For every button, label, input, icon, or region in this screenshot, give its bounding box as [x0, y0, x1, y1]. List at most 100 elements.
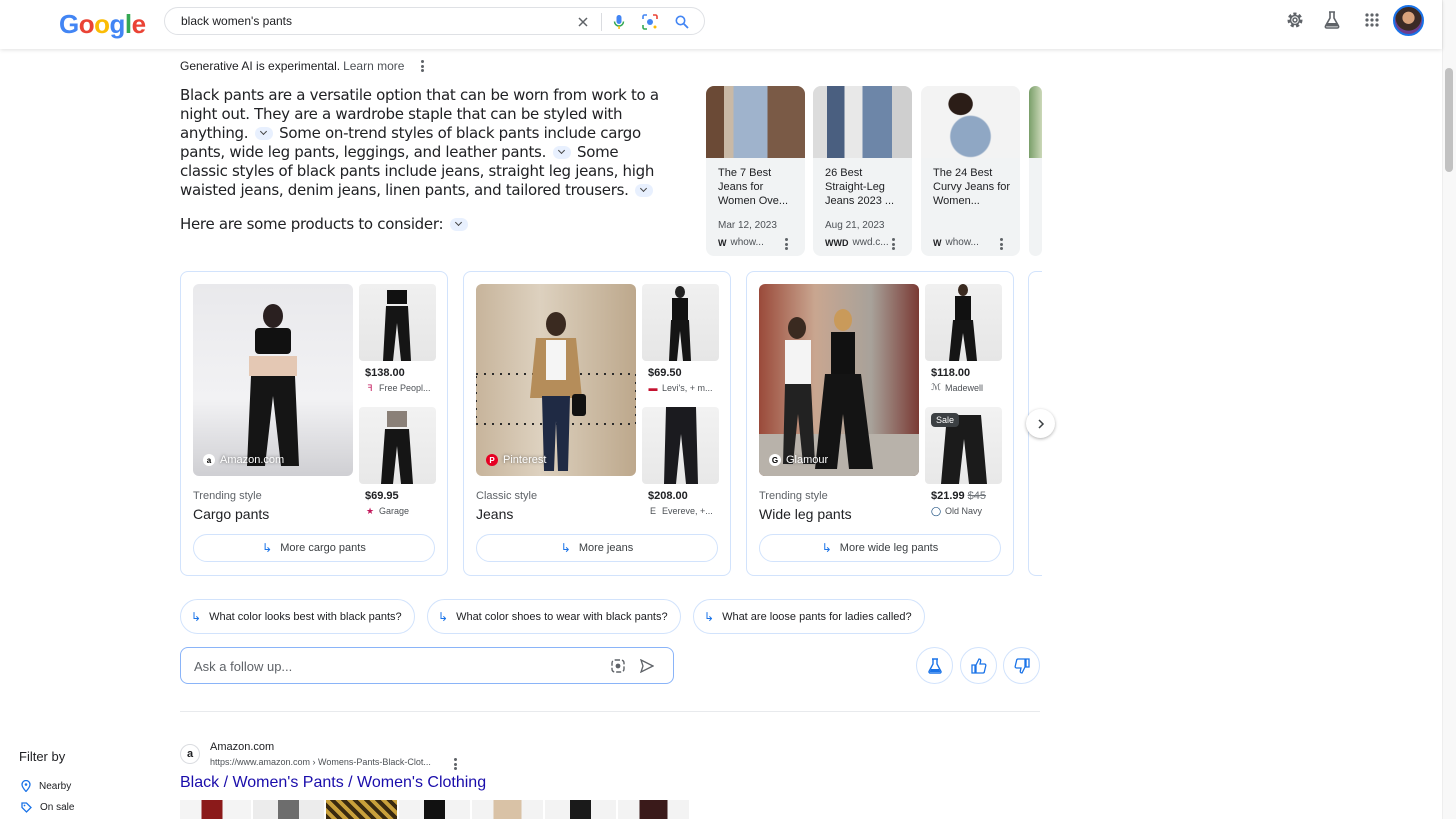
products-heading: Here are some products to consider: — [180, 215, 470, 233]
expand-chevron-icon[interactable] — [552, 146, 571, 159]
thumbs-down-icon — [1014, 657, 1030, 674]
source-date: Mar 12, 2023 — [718, 220, 777, 231]
product-card-cargo[interactable]: a Amazon.com $138.00 ꟻ Free Peopl... $69.9… — [180, 271, 448, 576]
product-main-image[interactable]: a Amazon.com — [193, 284, 353, 476]
subdirectory-arrow-icon: ↳ — [262, 541, 273, 555]
subdirectory-arrow-icon: ↳ — [704, 609, 715, 624]
mic-icon[interactable] — [609, 12, 629, 32]
source-card[interactable]: 26 Best Straight-Leg Jeans 2023 ... Aug … — [813, 86, 912, 256]
top-bar: Google black women's pants — [0, 0, 1442, 49]
follow-up-input[interactable]: Ask a follow up... — [180, 647, 674, 684]
result-favicon: a — [180, 744, 200, 764]
related-question-chip[interactable]: ↳ What are loose pants for ladies called? — [693, 599, 925, 634]
product-thumb[interactable]: Sale — [925, 407, 1002, 484]
product-card-jeans[interactable]: P Pinterest $69.50 ▬ Levi's, + m... $208.0… — [463, 271, 731, 576]
product-merchant: ꟻ Free Peopl... — [367, 382, 431, 394]
style-kind: Trending style — [759, 490, 828, 502]
search-query-text[interactable]: black women's pants — [181, 14, 292, 28]
product-card-wide-leg[interactable]: G Glamour $118.00 ℳ Madewell Sale $21.99 $4… — [746, 271, 1014, 576]
product-price: $21.99 $45 — [931, 490, 987, 502]
product-thumb[interactable] — [642, 284, 719, 361]
product-main-image[interactable]: G Glamour — [759, 284, 919, 476]
source-thumbnail — [1029, 86, 1042, 158]
product-merchant: ▬ Levi's, + m... — [648, 383, 713, 393]
product-merchant: E Evereve, +... — [649, 506, 713, 516]
product-thumb[interactable] — [359, 284, 436, 361]
labs-icon — [927, 657, 942, 674]
result-site-name[interactable]: Amazon.com — [210, 741, 274, 753]
product-source: P Pinterest — [486, 454, 546, 466]
more-wide-leg-pants-button[interactable]: ↳ More wide leg pants — [759, 534, 1001, 562]
more-options-icon[interactable] — [781, 237, 791, 251]
learn-more-link[interactable]: Learn more — [343, 59, 404, 73]
more-options-icon[interactable] — [888, 237, 898, 251]
search-icon[interactable] — [672, 12, 692, 32]
google-logo[interactable]: Google — [59, 9, 146, 40]
tag-icon — [21, 802, 32, 813]
source-title: The 7 Best Jeans for Women Ove... — [718, 167, 789, 207]
more-options-icon[interactable] — [450, 757, 460, 771]
result-image[interactable] — [180, 800, 251, 819]
source-card-partial[interactable] — [1029, 86, 1042, 256]
related-question-chip[interactable]: ↳ What color shoes to wear with black pan… — [427, 599, 681, 634]
more-cargo-pants-button[interactable]: ↳ More cargo pants — [193, 534, 435, 562]
expand-chevron-icon[interactable] — [635, 184, 654, 197]
sale-badge: Sale — [931, 413, 960, 427]
search-input[interactable]: black women's pants — [164, 7, 705, 35]
result-url[interactable]: https://www.amazon.com › Womens-Pants-Bl… — [210, 757, 431, 767]
apps-icon[interactable] — [1361, 9, 1383, 31]
result-image[interactable] — [253, 800, 324, 819]
source-site: WWD wwd.c... — [825, 237, 889, 248]
follow-up-placeholder: Ask a follow up... — [194, 659, 293, 674]
product-merchant: ◯ Old Navy — [930, 505, 983, 517]
source-card[interactable]: The 24 Best Curvy Jeans for Women... Wwh… — [921, 86, 1020, 256]
result-image[interactable] — [326, 800, 397, 819]
result-image[interactable] — [399, 800, 470, 819]
product-source: G Glamour — [769, 454, 828, 466]
scrollbar-thumb[interactable] — [1445, 68, 1453, 172]
more-options-icon[interactable] — [417, 59, 427, 73]
expand-chevron-icon[interactable] — [449, 218, 468, 231]
thumbs-down-button[interactable] — [1003, 647, 1040, 684]
style-name[interactable]: Wide leg pants — [759, 506, 852, 522]
subdirectory-arrow-icon: ↳ — [438, 609, 449, 624]
settings-icon[interactable] — [1284, 9, 1306, 31]
labs-feedback-button[interactable] — [916, 647, 953, 684]
product-main-image[interactable]: P Pinterest — [476, 284, 636, 476]
send-icon[interactable] — [639, 658, 655, 678]
product-price: $69.50 — [648, 367, 682, 379]
filter-on-sale[interactable]: On sale — [21, 802, 74, 813]
labs-icon[interactable] — [1321, 9, 1343, 31]
result-image[interactable] — [545, 800, 616, 819]
product-source: a Amazon.com — [203, 454, 284, 466]
source-site: Wwhow... — [718, 237, 764, 248]
avatar[interactable] — [1393, 5, 1424, 36]
thumbs-up-icon — [970, 657, 986, 674]
style-name[interactable]: Jeans — [476, 506, 513, 522]
original-price: $45 — [967, 490, 987, 502]
more-jeans-button[interactable]: ↳ More jeans — [476, 534, 718, 562]
product-thumb[interactable] — [642, 407, 719, 484]
lens-icon[interactable] — [640, 12, 660, 32]
result-image[interactable] — [618, 800, 689, 819]
search-divider — [601, 13, 602, 31]
style-name[interactable]: Cargo pants — [193, 506, 269, 522]
result-title-link[interactable]: Black / Women's Pants / Women's Clothing — [180, 774, 486, 792]
related-question-chip[interactable]: ↳ What color looks best with black pants? — [180, 599, 415, 634]
filter-nearby[interactable]: Nearby — [21, 780, 71, 792]
ai-paragraph-2: Some on-trend styles of black pants incl… — [180, 124, 641, 161]
result-image[interactable] — [472, 800, 543, 819]
subdirectory-arrow-icon: ↳ — [191, 609, 202, 624]
carousel-next-button[interactable] — [1026, 409, 1055, 438]
more-options-icon[interactable] — [996, 237, 1006, 251]
filter-title: Filter by — [19, 749, 66, 764]
subdirectory-arrow-icon: ↳ — [821, 541, 832, 555]
clear-icon[interactable] — [573, 12, 593, 32]
source-card[interactable]: The 7 Best Jeans for Women Ove... Mar 12… — [706, 86, 805, 256]
ai-overview-text: Black pants are a versatile option that … — [180, 86, 670, 200]
product-thumb[interactable] — [925, 284, 1002, 361]
expand-chevron-icon[interactable] — [254, 127, 273, 140]
lens-icon[interactable] — [611, 659, 625, 678]
thumbs-up-button[interactable] — [960, 647, 997, 684]
product-thumb[interactable] — [359, 407, 436, 484]
